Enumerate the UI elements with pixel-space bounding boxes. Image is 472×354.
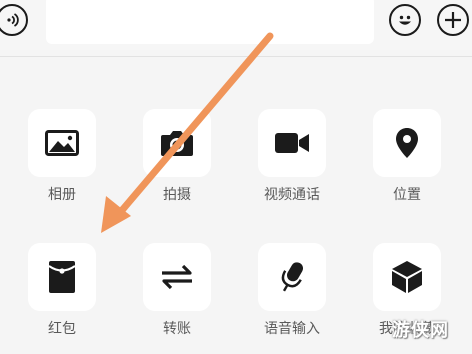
- camera-icon: [161, 131, 193, 156]
- transfer-button[interactable]: [143, 243, 211, 311]
- red-packet-button[interactable]: [28, 243, 96, 311]
- video-call-icon: [275, 133, 309, 153]
- album-label: 相册: [48, 187, 76, 203]
- location-button[interactable]: [373, 109, 441, 177]
- video-call-button[interactable]: [258, 109, 326, 177]
- photo-album-icon: [45, 130, 79, 156]
- transfer-label: 转账: [163, 321, 191, 337]
- red-packet-icon: [48, 261, 76, 293]
- favorites-cube-icon: [392, 261, 422, 293]
- location-pin-icon: [396, 128, 418, 158]
- transfer-icon: [162, 264, 192, 290]
- emoji-button[interactable]: [389, 4, 421, 36]
- plus-icon: [445, 12, 461, 28]
- camera-label: 拍摄: [163, 187, 191, 203]
- voice-input-button[interactable]: [258, 243, 326, 311]
- voice-toggle-icon: [7, 13, 19, 27]
- watermark-logo: 游侠网: [392, 320, 449, 341]
- message-input[interactable]: [46, 0, 374, 44]
- voice-input-label: 语音输入: [264, 321, 320, 337]
- red-packet-label: 红包: [48, 321, 76, 337]
- panel-divider: [0, 56, 472, 57]
- emoji-icon: [399, 15, 411, 25]
- favorites-button[interactable]: [373, 243, 441, 311]
- microphone-icon: [281, 262, 303, 292]
- more-functions-button[interactable]: [437, 4, 469, 36]
- album-button[interactable]: [28, 109, 96, 177]
- camera-button[interactable]: [143, 109, 211, 177]
- location-label: 位置: [393, 187, 421, 203]
- video-call-label: 视频通话: [264, 187, 320, 203]
